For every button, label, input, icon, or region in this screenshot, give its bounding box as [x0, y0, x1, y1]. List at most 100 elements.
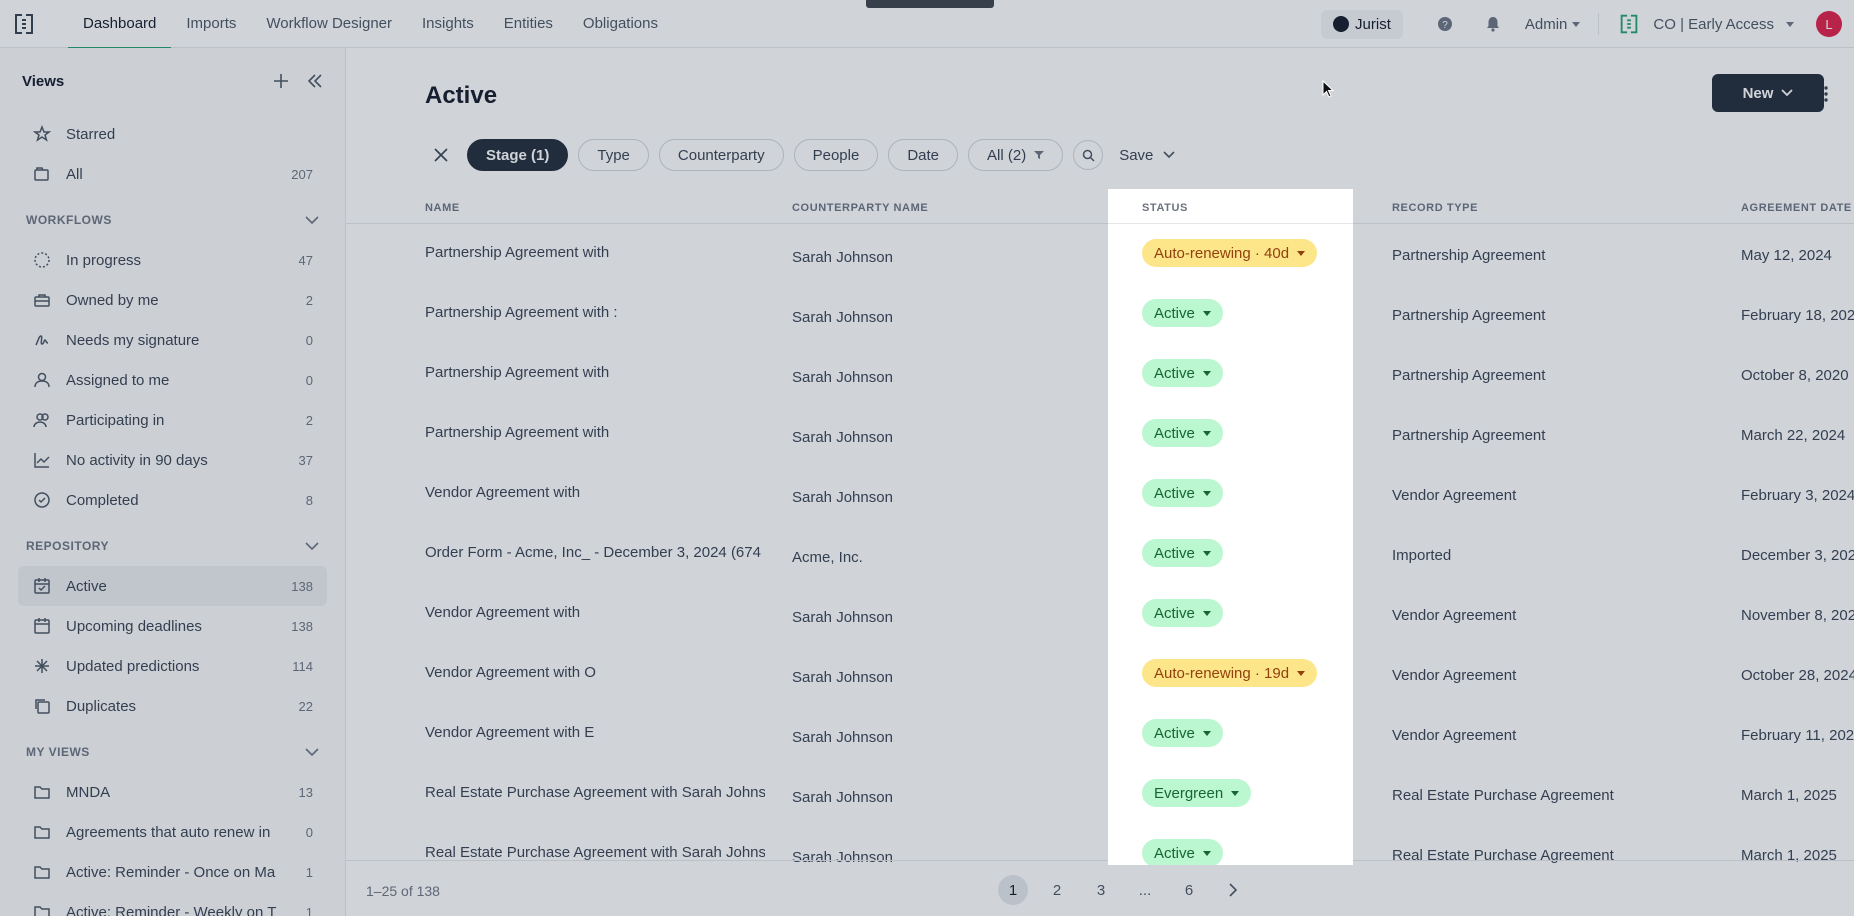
sidebar-item-participating-in[interactable]: Participating in 2 [18, 400, 327, 440]
status-label: Auto-renewing · 40d [1154, 244, 1290, 262]
sidebar-item-all[interactable]: All 207 [18, 154, 327, 194]
status-badge[interactable]: Auto-renewing · 19d [1142, 659, 1318, 687]
sidebar-item-completed[interactable]: Completed 8 [18, 480, 327, 520]
status-badge[interactable]: Active [1142, 599, 1223, 627]
table-row[interactable]: Vendor Agreement with Sarah Johnson Vend… [346, 465, 1854, 525]
column-header-name[interactable]: NAME [425, 202, 460, 214]
status-badge[interactable]: Active [1142, 419, 1223, 447]
help-icon[interactable]: ? [1435, 14, 1455, 34]
bell-icon[interactable] [1483, 14, 1503, 34]
table-row[interactable]: Vendor Agreement with E Sarah Johnson Ve… [346, 705, 1854, 765]
table-row[interactable]: Partnership Agreement with Sarah Johnson… [346, 345, 1854, 405]
status-badge[interactable]: Active [1142, 839, 1223, 865]
status-badge[interactable]: Active [1142, 299, 1223, 327]
sidebar-item-active-reminder-weekly-on-t[interactable]: Active: Reminder - Weekly on T 1 [18, 892, 327, 916]
folder-icon [32, 902, 52, 916]
nav-item-imports[interactable]: Imports [171, 0, 251, 48]
nav-item-workflow-designer[interactable]: Workflow Designer [251, 0, 407, 48]
table-row[interactable]: Order Form - Acme, Inc_ - December 3, 20… [346, 525, 1854, 585]
sidebar-item-count: 2 [305, 412, 313, 428]
status-badge[interactable]: Active [1142, 359, 1223, 387]
admin-menu[interactable]: Admin [1525, 16, 1581, 33]
cell-name[interactable]: Partnership Agreement with : [425, 304, 765, 321]
app-logo[interactable] [0, 0, 48, 48]
collapse-sidebar-icon[interactable] [307, 73, 323, 89]
cell-name[interactable]: Real Estate Purchase Agreement with Sara… [425, 844, 765, 861]
cell-name[interactable]: Order Form - Acme, Inc_ - December 3, 20… [425, 544, 765, 561]
nav-item-dashboard[interactable]: Dashboard [68, 0, 172, 49]
page-button[interactable]: 3 [1086, 875, 1116, 905]
sidebar-item-needs-my-signature[interactable]: Needs my signature 0 [18, 320, 327, 360]
jurist-label: Jurist [1355, 15, 1391, 33]
page-button[interactable]: 6 [1174, 875, 1204, 905]
sidebar-item-upcoming-deadlines[interactable]: Upcoming deadlines 138 [18, 606, 327, 646]
column-header-status[interactable]: STATUS [1108, 189, 1353, 224]
cell-name[interactable]: Vendor Agreement with [425, 484, 765, 501]
page-button[interactable]: ... [1130, 875, 1160, 905]
cell-name[interactable]: Vendor Agreement with [425, 604, 765, 621]
myviews-section-header[interactable]: MY VIEWS [0, 732, 345, 772]
page-button[interactable]: 1 [998, 875, 1028, 905]
sidebar-item-active-reminder-once-on-ma[interactable]: Active: Reminder - Once on Ma 1 [18, 852, 327, 892]
cell-name[interactable]: Real Estate Purchase Agreement with Sara… [425, 784, 765, 801]
table-row[interactable]: Vendor Agreement with Sarah Johnson Vend… [346, 585, 1854, 645]
table-row[interactable]: Partnership Agreement with Sarah Johnson… [346, 405, 1854, 465]
workflows-section-header[interactable]: WORKFLOWS [0, 200, 345, 240]
page-button[interactable]: 2 [1042, 875, 1072, 905]
cell-name[interactable]: Partnership Agreement with [425, 364, 765, 381]
cell-name[interactable]: Vendor Agreement with E [425, 724, 765, 741]
nav-item-obligations[interactable]: Obligations [568, 0, 673, 48]
status-badge[interactable]: Active [1142, 539, 1223, 567]
sidebar-item-count: 13 [298, 784, 313, 800]
sidebar-item-starred[interactable]: Starred [18, 114, 327, 154]
sidebar-item-no-activity-in-90-days[interactable]: No activity in 90 days 37 [18, 440, 327, 480]
table-row[interactable]: Partnership Agreement with Sarah Johnson… [346, 225, 1854, 285]
filter-chip-all-2[interactable]: All (2) [968, 139, 1064, 171]
sidebar-item-owned-by-me[interactable]: Owned by me 2 [18, 280, 327, 320]
column-header-agreement-date[interactable]: AGREEMENT DATE [1741, 202, 1852, 214]
filter-chip-label: People [812, 146, 860, 164]
status-badge[interactable]: Active [1142, 719, 1223, 747]
cell-name[interactable]: Partnership Agreement with [425, 244, 765, 261]
sidebar-item-agreements-that-auto-renew-in[interactable]: Agreements that auto renew in 0 [18, 812, 327, 852]
repository-section-header[interactable]: REPOSITORY [0, 526, 345, 566]
cell-name[interactable]: Vendor Agreement with O [425, 664, 765, 681]
chevron-down-icon [1202, 730, 1211, 736]
nav-item-entities[interactable]: Entities [489, 0, 568, 48]
filter-chip-type[interactable]: Type [578, 139, 649, 171]
table-row[interactable]: Real Estate Purchase Agreement with Sara… [346, 765, 1854, 825]
plus-icon[interactable] [273, 73, 289, 89]
status-badge[interactable]: Auto-renewing · 40d [1142, 239, 1318, 267]
org-switcher[interactable]: CO | Early Access [1617, 12, 1794, 36]
jurist-button[interactable]: Jurist [1321, 9, 1403, 39]
sidebar-item-mnda[interactable]: MNDA 13 [18, 772, 327, 812]
save-view-button[interactable]: Save [1119, 147, 1175, 164]
table-row[interactable]: Partnership Agreement with : Sarah Johns… [346, 285, 1854, 345]
clear-filters-button[interactable] [425, 139, 457, 171]
sidebar-item-duplicates[interactable]: Duplicates 22 [18, 686, 327, 726]
column-header-counterparty[interactable]: COUNTERPARTY NAME [792, 202, 928, 214]
filter-chip-stage-1[interactable]: Stage (1) [467, 139, 569, 171]
sidebar-item-assigned-to-me[interactable]: Assigned to me 0 [18, 360, 327, 400]
filter-chip-counterparty[interactable]: Counterparty [658, 139, 784, 171]
column-header-record-type[interactable]: RECORD TYPE [1392, 202, 1478, 214]
next-page-icon[interactable] [1218, 875, 1248, 905]
filter-icon [1034, 151, 1045, 159]
status-label: Evergreen [1154, 784, 1224, 802]
sidebar-item-updated-predictions[interactable]: Updated predictions 114 [18, 646, 327, 686]
avatar[interactable]: L [1816, 11, 1842, 37]
sidebar-item-active[interactable]: Active 138 [18, 566, 327, 606]
cell-name[interactable]: Partnership Agreement with [425, 424, 765, 441]
search-filter-button[interactable] [1073, 140, 1104, 170]
filter-chip-people[interactable]: People [793, 139, 879, 171]
table-row[interactable]: Vendor Agreement with O Sarah Johnson Ve… [346, 645, 1854, 705]
nav-item-insights[interactable]: Insights [407, 0, 489, 48]
window-tab-handle[interactable] [866, 0, 994, 8]
status-badge[interactable]: Evergreen [1142, 779, 1252, 807]
filter-chip-date[interactable]: Date [888, 139, 959, 171]
sidebar-item-in-progress[interactable]: In progress 47 [18, 240, 327, 280]
more-options-icon[interactable] [1816, 82, 1836, 106]
new-button[interactable]: New [1712, 74, 1824, 112]
sidebar-item-label: Starred [66, 125, 116, 143]
status-badge[interactable]: Active [1142, 479, 1223, 507]
